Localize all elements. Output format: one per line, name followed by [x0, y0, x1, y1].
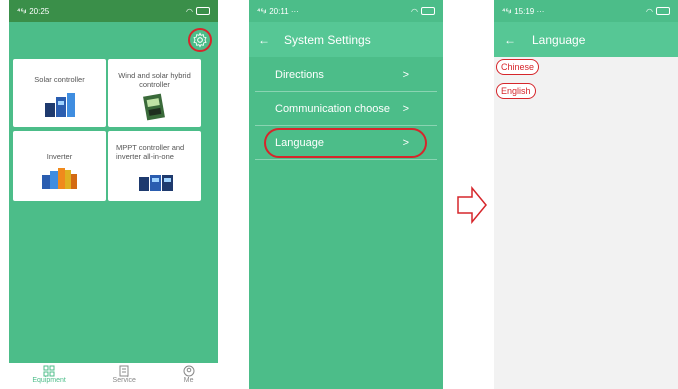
status-time: 20:25	[29, 6, 50, 16]
app-bar: ← System Settings	[249, 22, 443, 57]
card-label: Solar controller	[34, 75, 85, 84]
nav-label: Service	[112, 377, 136, 384]
hybrid-controller-icon	[143, 93, 165, 121]
signal-icon: ⁴⁶ᵢₗ	[17, 8, 27, 15]
wifi-icon: ◠	[186, 6, 193, 16]
signal-icon: ⁴⁶ᵢₗ	[502, 8, 512, 15]
gear-icon	[193, 32, 207, 48]
wifi-icon: ◠	[411, 6, 418, 16]
system-settings-screen: ⁴⁶ᵢₗ 20:11 ··· ◠ ← System Settings Direct…	[249, 0, 443, 389]
battery-icon	[421, 7, 435, 15]
page-title: System Settings	[284, 32, 371, 47]
card-label: Inverter	[46, 152, 73, 161]
menu-item-communication[interactable]: Communication choose >	[255, 92, 437, 126]
app-bar	[9, 22, 218, 57]
settings-gear-button[interactable]	[188, 28, 212, 52]
status-time: 20:11 ···	[269, 6, 299, 16]
chevron-right-icon: >	[402, 102, 409, 115]
menu-item-label: Communication choose	[275, 102, 390, 115]
page-title: Language	[532, 32, 586, 47]
menu-item-label: Directions	[275, 68, 324, 81]
mppt-inverter-icon	[139, 175, 173, 191]
bottom-navigation: Equipment Service Me	[9, 363, 218, 389]
chevron-right-icon: >	[402, 68, 409, 81]
solar-controller-icon	[45, 93, 75, 117]
language-option-chinese[interactable]: Chinese	[496, 59, 540, 75]
nav-equipment[interactable]: Equipment	[32, 365, 66, 384]
menu-item-directions[interactable]: Directions >	[255, 58, 437, 92]
language-screen: ⁴⁶ᵢₗ 15:19 ··· ◠ ← Language Chinese Engli…	[494, 0, 678, 389]
app-bar: ← Language	[494, 22, 678, 57]
status-bar: ⁴⁶ᵢₗ 20:25 ◠	[9, 0, 218, 22]
card-mppt-inverter[interactable]: MPPT controller and inverter all-in-one	[108, 131, 201, 201]
grid-icon	[43, 365, 55, 377]
card-inverter[interactable]: Inverter	[13, 131, 106, 201]
nav-me[interactable]: Me	[183, 365, 195, 384]
arrow-right-icon	[457, 186, 487, 224]
inverter-icon	[42, 168, 77, 189]
card-label: MPPT controller and inverter all-in-one	[116, 143, 185, 161]
status-bar: ⁴⁶ᵢₗ 20:11 ··· ◠	[249, 0, 443, 22]
back-arrow-icon[interactable]: ←	[258, 33, 270, 47]
battery-icon	[656, 7, 670, 15]
equipment-screen: ⁴⁶ᵢₗ 20:25 ◠ Solar controller Wind and so…	[9, 0, 218, 389]
battery-icon	[196, 7, 210, 15]
wifi-icon: ◠	[646, 6, 653, 16]
status-time: 15:19 ···	[514, 6, 545, 16]
language-option-english[interactable]: English	[496, 83, 536, 99]
highlight-annotation	[264, 128, 427, 158]
status-bar: ⁴⁶ᵢₗ 15:19 ··· ◠	[494, 0, 678, 22]
back-arrow-icon[interactable]: ←	[504, 33, 516, 47]
card-solar-controller[interactable]: Solar controller	[13, 59, 106, 127]
document-icon	[119, 365, 129, 377]
card-label: Wind and solar hybrid controller	[118, 71, 191, 89]
signal-icon: ⁴⁶ᵢₗ	[257, 8, 267, 15]
nav-label: Me	[183, 377, 194, 384]
nav-service[interactable]: Service	[113, 365, 136, 384]
card-wind-solar-hybrid[interactable]: Wind and solar hybrid controller	[108, 59, 201, 127]
nav-label: Equipment	[32, 377, 66, 384]
user-icon	[183, 365, 195, 377]
